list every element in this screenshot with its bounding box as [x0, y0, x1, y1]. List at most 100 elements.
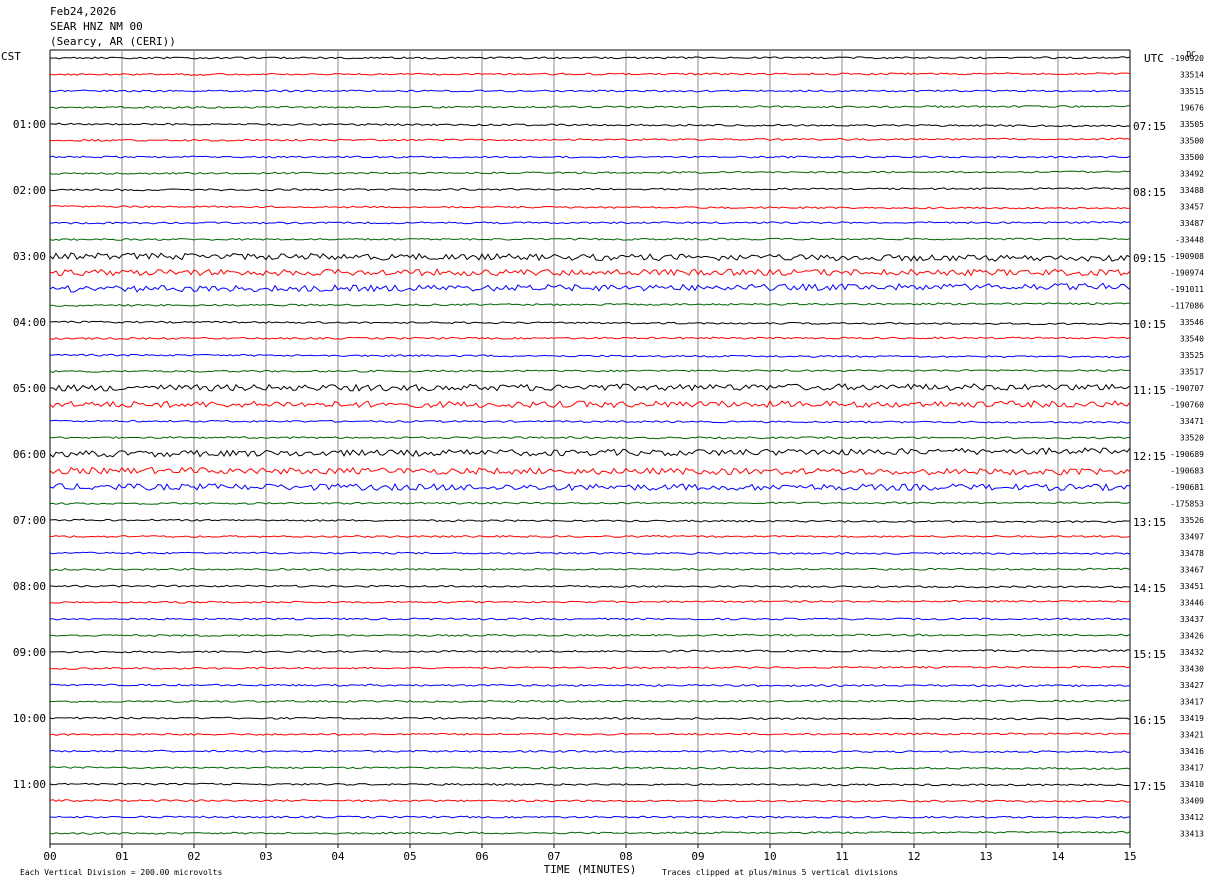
dc-offset-label: -175853 — [1170, 500, 1204, 509]
seismic-trace — [49, 56, 1131, 60]
dc-offset-label: 33451 — [1180, 582, 1204, 591]
seismic-trace — [49, 268, 1131, 277]
left-hour-label: 09:00 — [13, 646, 46, 659]
seismic-trace — [49, 599, 1131, 604]
seismic-trace — [49, 830, 1131, 835]
x-tick-label: 14 — [1051, 850, 1065, 863]
dc-offset-label: 33416 — [1180, 747, 1204, 756]
dc-offset-label: 33426 — [1180, 632, 1204, 641]
seismic-trace — [49, 617, 1131, 621]
seismic-trace — [49, 482, 1131, 492]
x-tick-label: 02 — [187, 850, 200, 863]
dc-offset-label: 33514 — [1180, 71, 1204, 80]
left-hour-label: 02:00 — [13, 184, 46, 197]
dc-offset-label: 33417 — [1180, 764, 1204, 773]
seismic-trace — [49, 89, 1131, 93]
seismic-trace — [49, 252, 1131, 262]
helicorder-plot: 00 01 02 03 04 05 06 07 08 09 10 11 12 13 14 15DC-19092… — [13, 49, 1204, 877]
seismic-trace — [49, 551, 1131, 555]
dc-offset-label: -190681 — [1170, 483, 1204, 492]
left-hour-label: 01:00 — [13, 118, 46, 131]
x-tick-label: 08 — [619, 850, 632, 863]
right-hour-label: 07:15 — [1133, 120, 1166, 133]
footer-scale-note: Each Vertical Division = 200.00 microvol… — [20, 868, 222, 877]
seismic-trace — [49, 567, 1131, 571]
seismic-trace — [49, 766, 1131, 770]
seismic-trace — [49, 534, 1131, 538]
x-tick-label: 00 — [43, 850, 56, 863]
seismic-trace — [49, 584, 1131, 589]
left-hour-label: 03:00 — [13, 250, 46, 263]
seismic-trace — [49, 399, 1131, 409]
right-hour-label: 08:15 — [1133, 186, 1166, 199]
seismic-trace — [49, 501, 1131, 505]
dc-offset-label: -190683 — [1170, 467, 1204, 476]
dc-offset-label: 33540 — [1180, 335, 1204, 344]
seismic-trace — [49, 665, 1131, 670]
seismic-trace — [49, 649, 1131, 654]
right-hour-label: 09:15 — [1133, 252, 1166, 265]
seismic-trace — [49, 782, 1131, 787]
seismic-trace — [49, 105, 1131, 109]
dc-offset-label: 33478 — [1180, 549, 1204, 558]
seismic-trace — [49, 320, 1131, 326]
dc-offset-label: 33417 — [1180, 698, 1204, 707]
seismic-trace — [49, 170, 1131, 175]
seismic-trace — [49, 369, 1131, 373]
seismic-trace — [49, 732, 1131, 736]
x-tick-label: 06 — [475, 850, 488, 863]
dc-offset-label: -190760 — [1170, 401, 1204, 410]
x-tick-label: 03 — [259, 850, 272, 863]
x-tick-label: 12 — [907, 850, 920, 863]
dc-offset-label: 33500 — [1180, 153, 1204, 162]
dc-offset-label: 33432 — [1180, 648, 1204, 657]
dc-offset-label: 33488 — [1180, 186, 1204, 195]
x-tick-label: 13 — [979, 850, 992, 863]
dc-offset-label: 33497 — [1180, 533, 1204, 542]
seismic-trace — [50, 699, 1131, 703]
right-hour-label: 10:15 — [1133, 318, 1166, 331]
left-hour-label: 05:00 — [13, 382, 46, 395]
dc-offset-label: 33446 — [1180, 599, 1204, 608]
dc-offset-label: 33487 — [1180, 219, 1204, 228]
footer-clip-note: Traces clipped at plus/minus 5 vertical … — [662, 868, 898, 877]
dc-offset-label: -190908 — [1170, 252, 1204, 261]
x-tick-label: 07 — [547, 850, 560, 863]
dc-offset-label: 33430 — [1180, 665, 1204, 674]
seismic-trace — [49, 237, 1131, 241]
left-hour-label: 04:00 — [13, 316, 46, 329]
right-hour-label: 14:15 — [1133, 582, 1166, 595]
dc-offset-label: 33421 — [1180, 731, 1204, 740]
dc-offset-label: 33412 — [1180, 813, 1204, 822]
dc-offset-label: -190689 — [1170, 450, 1204, 459]
x-tick-label: 05 — [403, 850, 416, 863]
seismic-trace — [49, 447, 1131, 458]
x-tick-label: 15 — [1123, 850, 1136, 863]
right-hour-label: 15:15 — [1133, 648, 1166, 661]
seismic-trace — [49, 383, 1131, 392]
right-hour-label: 12:15 — [1133, 450, 1166, 463]
dc-offset-label: 33517 — [1180, 368, 1204, 377]
seismic-trace — [49, 187, 1131, 192]
seismic-trace — [49, 302, 1130, 307]
dc-offset-label: 33546 — [1180, 318, 1204, 327]
x-tick-label: 09 — [691, 850, 704, 863]
dc-offset-label: 33413 — [1180, 830, 1204, 839]
seismic-trace — [49, 799, 1131, 803]
dc-offset-label: 33427 — [1180, 681, 1204, 690]
x-tick-label: 10 — [763, 850, 776, 863]
dc-offset-label: 33410 — [1180, 780, 1204, 789]
dc-offset-label: 33437 — [1180, 615, 1204, 624]
dc-offset-label: 19676 — [1180, 104, 1204, 113]
x-axis-title: TIME (MINUTES) — [544, 863, 637, 876]
dc-offset-label: 33471 — [1180, 417, 1204, 426]
dc-offset-label: -190974 — [1170, 269, 1204, 278]
dc-offset-label: 33409 — [1180, 797, 1204, 806]
seismic-trace — [49, 282, 1131, 293]
left-hour-label: 08:00 — [13, 580, 46, 593]
seismic-trace — [50, 221, 1131, 225]
right-hour-label: 17:15 — [1133, 780, 1166, 793]
dc-offset-label: 33525 — [1180, 351, 1204, 360]
seismic-trace — [49, 205, 1131, 210]
dc-offset-label: -191011 — [1170, 285, 1204, 294]
